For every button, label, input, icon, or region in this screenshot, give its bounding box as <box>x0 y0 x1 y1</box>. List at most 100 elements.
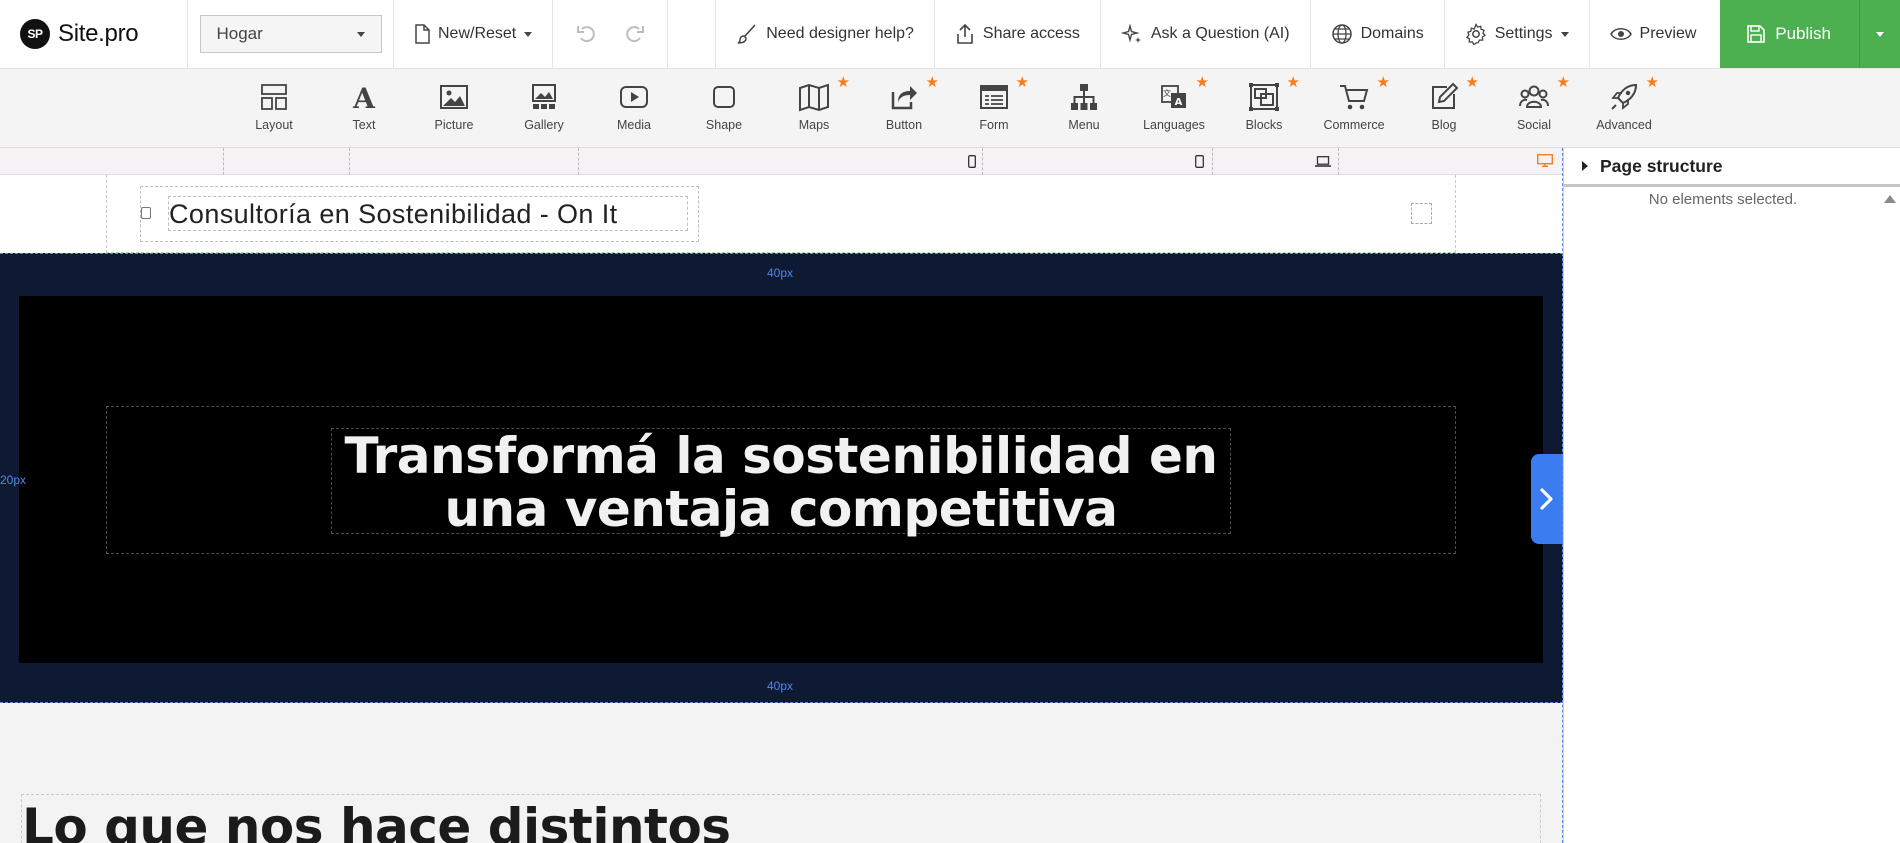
preview-button[interactable]: Preview <box>1590 0 1717 68</box>
publish-options-button[interactable] <box>1859 0 1900 68</box>
widget-shape[interactable]: Shape <box>684 79 764 141</box>
premium-star-icon: ★ <box>1015 74 1029 91</box>
page-select-value: Hogar <box>216 24 263 43</box>
app-logo[interactable]: SP Site.pro <box>0 0 188 68</box>
widget-label: Menu <box>1068 118 1100 132</box>
widget-label: Shape <box>705 118 743 132</box>
mobile-breakpoint-icon[interactable] <box>968 155 976 168</box>
laptop-breakpoint-icon[interactable] <box>1315 156 1331 167</box>
premium-star-icon: ★ <box>836 74 850 91</box>
widget-text[interactable]: A Text <box>324 79 404 141</box>
logo-text: Site.pro <box>58 20 139 47</box>
widget-blog[interactable]: ★ Blog <box>1404 75 1484 141</box>
gallery-icon <box>532 84 556 109</box>
chevron-right-icon <box>1540 488 1553 510</box>
share-access-button[interactable]: Share access <box>935 0 1101 68</box>
premium-star-icon: ★ <box>925 74 939 91</box>
widget-layout[interactable]: Layout <box>234 79 314 141</box>
empty-element-placeholder[interactable] <box>1411 203 1432 224</box>
ask-question-button[interactable]: Ask a Question (AI) <box>1101 0 1311 68</box>
widget-gallery[interactable]: Gallery <box>504 79 584 141</box>
redo-icon[interactable] <box>623 23 645 45</box>
button-icon <box>891 86 917 110</box>
widget-advanced[interactable]: ★ Advanced <box>1584 75 1664 141</box>
chevron-down-icon <box>356 31 365 37</box>
designer-help-label: Need designer help? <box>766 25 914 42</box>
new-reset-button[interactable]: New/Reset <box>394 0 554 68</box>
widget-label: Social <box>1516 118 1552 132</box>
widget-media[interactable]: Media <box>594 79 674 141</box>
padding-bottom-label: 40px <box>767 679 794 693</box>
site-title[interactable]: Consultoría en Sostenibilidad - On It <box>168 196 688 231</box>
blocks-icon <box>1249 83 1279 111</box>
features-title[interactable]: Lo que nos hace distintos <box>22 798 731 843</box>
hero-title[interactable]: Transformá la sostenibilidad en una vent… <box>331 430 1231 536</box>
tablet-breakpoint-icon[interactable] <box>1195 155 1204 168</box>
widget-label: Media <box>616 118 652 132</box>
new-reset-label: New/Reset <box>438 25 517 42</box>
ruler-guide <box>223 148 224 175</box>
page-select[interactable]: Hogar <box>199 15 382 53</box>
breakpoint-ruler <box>0 148 1563 175</box>
widget-social[interactable]: ★ Social <box>1494 75 1574 141</box>
layout-icon <box>261 84 287 110</box>
widget-blocks[interactable]: ★ Blocks <box>1224 75 1304 141</box>
scroll-up-icon[interactable] <box>1884 195 1896 203</box>
widget-toolbar: Layout A Text Picture Gallery Media Shap… <box>0 69 1900 148</box>
ruler-guide <box>1338 148 1339 175</box>
desktop-breakpoint-icon[interactable] <box>1537 154 1553 167</box>
ruler-guide <box>578 148 579 175</box>
gear-icon <box>1465 23 1486 45</box>
designer-help-button[interactable]: Need designer help? <box>716 0 935 68</box>
widget-label: Languages <box>1143 118 1205 132</box>
save-icon <box>1747 25 1766 43</box>
widget-label: Button <box>885 118 923 132</box>
chevron-down-icon <box>524 31 533 37</box>
widget-label: Picture <box>434 118 474 132</box>
share-icon <box>957 23 973 44</box>
undo-icon[interactable] <box>576 23 598 45</box>
page-structure-header[interactable]: Page structure <box>1564 148 1900 187</box>
domains-label: Domains <box>1360 25 1424 42</box>
widget-languages[interactable]: A 文 ★ Languages <box>1134 75 1214 141</box>
features-section[interactable]: Lo que nos hace distintos <box>0 703 1563 843</box>
widget-form[interactable]: ★ Form <box>954 75 1034 141</box>
widget-label: Blog <box>1431 118 1457 132</box>
domains-button[interactable]: Domains <box>1311 0 1445 68</box>
publish-label: Publish <box>1775 24 1831 43</box>
widget-label: Layout <box>255 118 293 132</box>
premium-star-icon: ★ <box>1556 74 1570 91</box>
eye-icon <box>1609 28 1632 40</box>
premium-star-icon: ★ <box>1465 74 1479 91</box>
blog-icon <box>1432 82 1459 109</box>
widget-maps[interactable]: ★ Maps <box>774 75 854 141</box>
settings-button[interactable]: Settings <box>1445 0 1590 68</box>
chevron-down-icon <box>1876 31 1884 37</box>
svg-text:A: A <box>1175 97 1183 108</box>
open-panel-button[interactable] <box>1531 454 1563 544</box>
globe-icon <box>1331 24 1352 44</box>
widget-commerce[interactable]: ★ Commerce <box>1314 75 1394 141</box>
ruler-guide <box>1212 148 1213 175</box>
text-icon: A <box>352 82 376 112</box>
publish-button[interactable]: Publish <box>1720 0 1859 68</box>
social-icon <box>1519 85 1549 108</box>
preview-label: Preview <box>1639 25 1697 42</box>
commerce-icon <box>1340 85 1369 110</box>
shape-icon <box>713 86 735 108</box>
widget-menu[interactable]: Menu <box>1044 79 1124 141</box>
widget-picture[interactable]: Picture <box>414 79 494 141</box>
media-icon <box>620 86 648 108</box>
logo-mark: SP <box>20 19 50 49</box>
chevron-down-icon <box>1560 31 1569 37</box>
widget-button[interactable]: ★ Button <box>864 75 944 141</box>
no-selection-text: No elements selected. <box>1648 191 1798 208</box>
element-handle-icon[interactable] <box>141 207 151 219</box>
padding-left-label: 20px <box>0 473 27 487</box>
maps-icon <box>799 83 829 112</box>
editor-canvas[interactable]: Consultoría en Sostenibilidad - On It 40… <box>0 175 1563 843</box>
site-header-section[interactable]: Consultoría en Sostenibilidad - On It <box>0 175 1563 253</box>
premium-star-icon: ★ <box>1645 74 1659 91</box>
hero-title-line-1: Transformá la sostenibilidad en <box>344 427 1218 485</box>
hero-section[interactable]: 40px Transformá la sostenibilidad en una… <box>0 253 1563 703</box>
